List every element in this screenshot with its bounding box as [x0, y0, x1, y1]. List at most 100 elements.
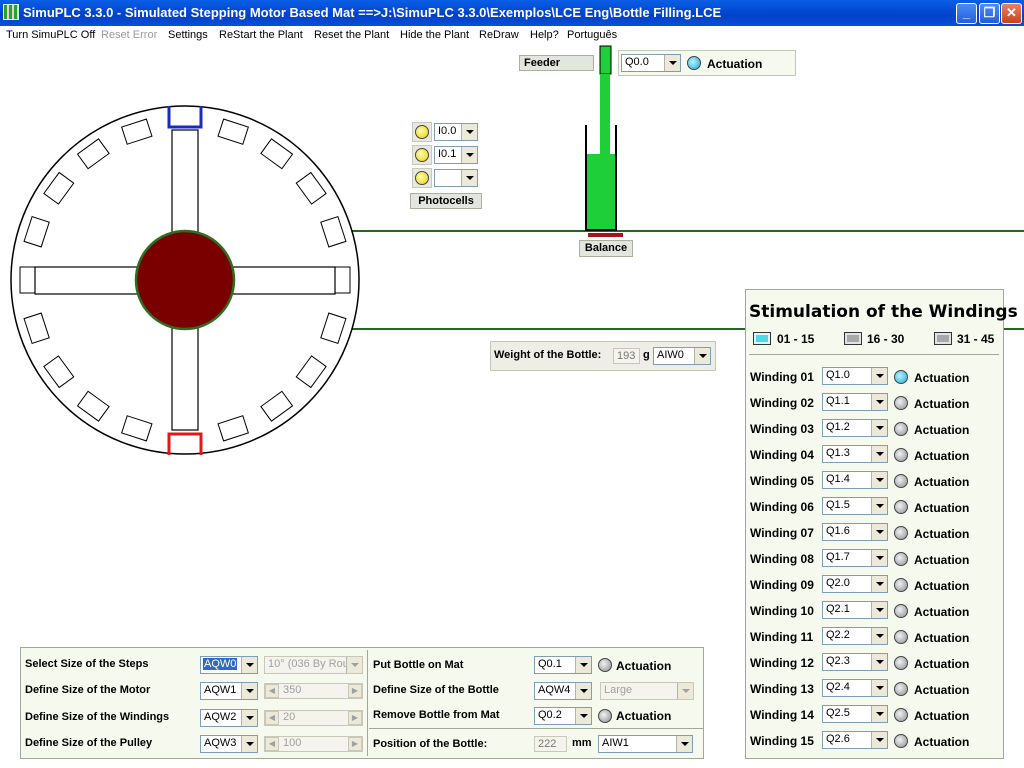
winding-actuation-led[interactable] — [894, 552, 908, 566]
close-button[interactable]: ✕ — [1001, 3, 1022, 24]
chevron-down-icon[interactable] — [871, 524, 887, 540]
menu-turn-off[interactable]: Turn SimuPLC Off — [6, 29, 95, 41]
remove-bottle-led[interactable] — [598, 709, 612, 723]
winding-label: Winding 10 — [750, 604, 814, 618]
chevron-down-icon[interactable] — [575, 683, 591, 699]
winding-address-select[interactable]: Q2.4 — [822, 679, 888, 697]
winding-actuation-led[interactable] — [894, 734, 908, 748]
winding-actuation-led[interactable] — [894, 474, 908, 488]
chevron-down-icon[interactable] — [461, 147, 477, 163]
steps-address-select[interactable]: AQW0 — [200, 656, 258, 674]
put-bottle-address-select[interactable]: Q0.1 — [534, 656, 592, 674]
winding-address-select[interactable]: Q1.0 — [822, 367, 888, 385]
chevron-down-icon[interactable] — [871, 472, 887, 488]
menu-reset-error[interactable]: Reset Error — [101, 29, 157, 41]
chevron-down-icon[interactable] — [461, 124, 477, 140]
winding-address-select[interactable]: Q1.3 — [822, 445, 888, 463]
maximize-button[interactable]: ❐ — [979, 3, 1000, 24]
feeder-actuation-led[interactable] — [687, 56, 701, 70]
winding-actuation-led[interactable] — [894, 630, 908, 644]
winding-address-select[interactable]: Q2.5 — [822, 705, 888, 723]
winding-address-select[interactable]: Q1.5 — [822, 497, 888, 515]
put-bottle-led[interactable] — [598, 658, 612, 672]
chevron-down-icon[interactable] — [461, 170, 477, 186]
page-toggle-icon[interactable] — [844, 332, 862, 345]
bottle-size-value: Large — [604, 684, 633, 696]
chevron-down-icon[interactable] — [871, 498, 887, 514]
winding-address-select[interactable]: Q1.2 — [822, 419, 888, 437]
menu-restart-plant[interactable]: ReStart the Plant — [219, 29, 303, 41]
photocell-2-select[interactable]: I0.1 — [434, 146, 478, 164]
photocell-1-led[interactable] — [415, 125, 429, 139]
winding-address-select[interactable]: Q2.3 — [822, 653, 888, 671]
title-bar[interactable]: SimuPLC 3.3.0 - Simulated Stepping Motor… — [0, 0, 1024, 26]
winding-actuation-led[interactable] — [894, 448, 908, 462]
weight-address-select[interactable]: AIW0 — [653, 347, 711, 365]
winding-actuation-led[interactable] — [894, 526, 908, 540]
menu-reset-plant[interactable]: Reset the Plant — [314, 29, 389, 41]
winding-actuation-led[interactable] — [894, 370, 908, 384]
winding-actuation-led[interactable] — [894, 708, 908, 722]
menu-hide-plant[interactable]: Hide the Plant — [400, 29, 469, 41]
winding-actuation-label: Actuation — [914, 631, 970, 645]
winding-actuation-led[interactable] — [894, 500, 908, 514]
chevron-down-icon[interactable] — [871, 654, 887, 670]
chevron-down-icon[interactable] — [871, 550, 887, 566]
winding-address-select[interactable]: Q2.6 — [822, 731, 888, 749]
photocell-2-led[interactable] — [415, 148, 429, 162]
menu-help[interactable]: Help? — [530, 29, 559, 41]
stator-ring — [10, 105, 360, 455]
chevron-down-icon[interactable] — [871, 576, 887, 592]
chevron-down-icon[interactable] — [575, 657, 591, 673]
photocell-3-led[interactable] — [415, 171, 429, 185]
minimize-button[interactable]: _ — [956, 3, 977, 24]
winding-address-select[interactable]: Q2.2 — [822, 627, 888, 645]
chevron-down-icon[interactable] — [676, 736, 692, 752]
winding-address-select[interactable]: Q1.7 — [822, 549, 888, 567]
chevron-down-icon[interactable] — [871, 602, 887, 618]
winding-actuation-led[interactable] — [894, 396, 908, 410]
pulley-address-select[interactable]: AQW3 — [200, 735, 258, 753]
winding-actuation-label: Actuation — [914, 397, 970, 411]
chevron-down-icon[interactable] — [241, 736, 257, 752]
winding-actuation-led[interactable] — [894, 682, 908, 696]
feeder-address-select[interactable]: Q0.0 — [621, 54, 681, 72]
winding-address-select[interactable]: Q2.0 — [822, 575, 888, 593]
chevron-down-icon[interactable] — [871, 446, 887, 462]
page-toggle-icon[interactable] — [753, 332, 771, 345]
chevron-down-icon[interactable] — [241, 657, 257, 673]
menu-redraw[interactable]: ReDraw — [479, 29, 519, 41]
winding-address-select[interactable]: Q1.4 — [822, 471, 888, 489]
chevron-down-icon[interactable] — [871, 394, 887, 410]
position-address-select[interactable]: AIW1 — [598, 735, 693, 753]
bottle-size-address-select[interactable]: AQW4 — [534, 682, 592, 700]
photocell-3-select[interactable] — [434, 169, 478, 187]
chevron-down-icon[interactable] — [575, 708, 591, 724]
winding-actuation-led[interactable] — [894, 422, 908, 436]
photocell-1-select[interactable]: I0.0 — [434, 123, 478, 141]
chevron-down-icon[interactable] — [871, 368, 887, 384]
stator-coil — [43, 355, 75, 389]
winding-address-select[interactable]: Q1.1 — [822, 393, 888, 411]
menu-portugues[interactable]: Português — [567, 29, 617, 41]
remove-bottle-address-select[interactable]: Q0.2 — [534, 707, 592, 725]
chevron-down-icon[interactable] — [871, 628, 887, 644]
chevron-down-icon[interactable] — [664, 55, 680, 71]
menu-settings[interactable]: Settings — [168, 29, 208, 41]
chevron-down-icon[interactable] — [871, 420, 887, 436]
winding-actuation-led[interactable] — [894, 604, 908, 618]
chevron-down-icon[interactable] — [871, 732, 887, 748]
winding-actuation-led[interactable] — [894, 656, 908, 670]
chevron-down-icon[interactable] — [871, 706, 887, 722]
winding-address-select[interactable]: Q1.6 — [822, 523, 888, 541]
motor-address-select[interactable]: AQW1 — [200, 682, 258, 700]
chevron-down-icon[interactable] — [241, 710, 257, 726]
chevron-down-icon[interactable] — [694, 348, 710, 364]
chevron-down-icon[interactable] — [241, 683, 257, 699]
windings-address-select[interactable]: AQW2 — [200, 709, 258, 727]
winding-address-select[interactable]: Q2.1 — [822, 601, 888, 619]
page-toggle-icon[interactable] — [934, 332, 952, 345]
winding-label: Winding 14 — [750, 708, 814, 722]
chevron-down-icon[interactable] — [871, 680, 887, 696]
winding-actuation-led[interactable] — [894, 578, 908, 592]
